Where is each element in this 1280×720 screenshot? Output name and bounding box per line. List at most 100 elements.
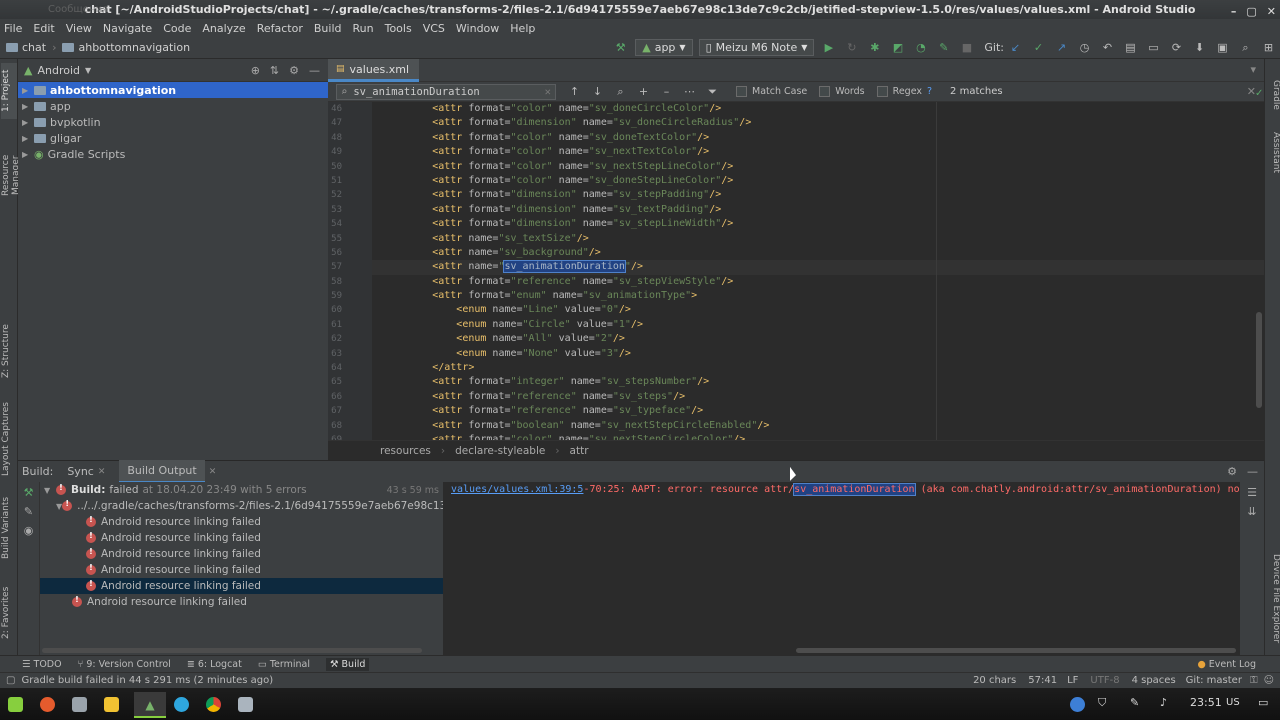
- add-selection-icon[interactable]: +: [637, 85, 650, 98]
- code-line[interactable]: <attr format="color" name="sv_doneTextCo…: [372, 131, 1264, 145]
- find-all-icon[interactable]: ⌕: [614, 85, 627, 98]
- code-line[interactable]: <attr format="dimension" name="sv_doneCi…: [372, 116, 1264, 130]
- files-icon[interactable]: [72, 697, 87, 712]
- menu-file[interactable]: File: [4, 22, 22, 35]
- tab-build[interactable]: ⚒ Build: [326, 657, 370, 671]
- expand-arrow-icon[interactable]: ▶: [22, 118, 34, 127]
- nav-project[interactable]: chat: [6, 41, 46, 54]
- tree-item-gligar[interactable]: ▶ gligar: [18, 130, 328, 146]
- run-config-select[interactable]: ▲ app ▼: [635, 39, 693, 56]
- collapse-all-icon[interactable]: ⇅: [270, 64, 279, 77]
- eye-icon[interactable]: ◉: [18, 524, 39, 537]
- hammer-icon[interactable]: ⚒: [614, 41, 627, 54]
- app-icon[interactable]: [238, 697, 253, 712]
- code-line[interactable]: <attr format="color" name="sv_nextTextCo…: [372, 145, 1264, 159]
- avd-manager-icon[interactable]: ▭: [1147, 41, 1160, 54]
- hammer-icon[interactable]: ⚒: [18, 486, 39, 499]
- code-line[interactable]: <attr format="reference" name="sv_stepVi…: [372, 275, 1264, 289]
- close-tab-icon[interactable]: ✕: [209, 467, 217, 477]
- filter-icon[interactable]: ⏷: [706, 85, 719, 98]
- minimize-icon[interactable]: –: [1231, 2, 1237, 19]
- sdk-manager-icon[interactable]: ⬇: [1193, 41, 1206, 54]
- build-path-row[interactable]: ▼ ../../.gradle/caches/transforms-2/file…: [40, 498, 443, 514]
- error-location-link[interactable]: values/values.xml:39:5: [451, 484, 583, 495]
- gear-icon[interactable]: ⚙: [289, 64, 299, 77]
- remove-selection-icon[interactable]: –: [660, 85, 673, 98]
- code-line[interactable]: <attr format="dimension" name="sv_textPa…: [372, 203, 1264, 217]
- code-line[interactable]: <enum name="All" value="2"/>: [372, 332, 1264, 346]
- hint-icon[interactable]: ✎: [1130, 696, 1139, 709]
- git-push-icon[interactable]: ↗: [1055, 41, 1068, 54]
- code-line[interactable]: <attr format="dimension" name="sv_stepLi…: [372, 217, 1264, 231]
- network-icon[interactable]: [1070, 697, 1085, 712]
- clear-icon[interactable]: ✕: [545, 86, 551, 98]
- status-message[interactable]: Gradle build failed in 44 s 291 ms (2 mi…: [21, 675, 273, 686]
- tree-item-gradle-scripts[interactable]: ▶ ◉ Gradle Scripts: [18, 146, 328, 162]
- menu-analyze[interactable]: Analyze: [202, 22, 245, 35]
- show-desktop-icon[interactable]: ▭: [1258, 696, 1268, 709]
- code-line[interactable]: <attr format="reference" name="sv_typefa…: [372, 404, 1264, 418]
- build-error-row[interactable]: Android resource linking failed: [40, 530, 443, 546]
- chevron-down-icon[interactable]: ▼: [85, 66, 91, 75]
- tab-structure[interactable]: Z: Structure: [1, 323, 17, 379]
- indent-setting[interactable]: 4 spaces: [1132, 675, 1176, 686]
- next-match-icon[interactable]: ↓: [591, 85, 604, 98]
- menu-edit[interactable]: Edit: [33, 22, 54, 35]
- tab-gradle[interactable]: Gradle: [1265, 75, 1280, 115]
- attach-debugger-icon[interactable]: ✎: [937, 41, 950, 54]
- hide-icon[interactable]: —: [309, 64, 320, 77]
- soft-wrap-icon[interactable]: ☰: [1240, 486, 1264, 499]
- tab-todo[interactable]: ☰ TODO: [22, 659, 62, 670]
- mint-menu-icon[interactable]: [8, 697, 23, 712]
- tab-build-output[interactable]: Build Output: [119, 459, 205, 484]
- build-summary-row[interactable]: ▼ Build: failed at 18.04.20 23:49 with 5…: [40, 482, 443, 498]
- git-update-icon[interactable]: ↙: [1009, 41, 1022, 54]
- menu-view[interactable]: View: [66, 22, 92, 35]
- tree-item-bvpkotlin[interactable]: ▶ bvpkotlin: [18, 114, 328, 130]
- tab-version-control[interactable]: ⑂ 9: Version Control: [78, 659, 171, 670]
- menu-window[interactable]: Window: [456, 22, 499, 35]
- git-commit-icon[interactable]: ✓: [1032, 41, 1045, 54]
- stop-icon[interactable]: ■: [960, 41, 973, 54]
- menu-code[interactable]: Code: [163, 22, 191, 35]
- menu-refactor[interactable]: Refactor: [257, 22, 303, 35]
- tab-logcat[interactable]: ≣ 6: Logcat: [187, 659, 242, 670]
- gear-icon[interactable]: ⚙: [1227, 465, 1237, 478]
- tab-build-variants[interactable]: Build Variants: [1, 495, 17, 561]
- shield-icon[interactable]: ⛉: [1098, 696, 1106, 710]
- code-line[interactable]: <attr format="color" name="sv_doneStepLi…: [372, 174, 1264, 188]
- android-studio-taskbar-button[interactable]: ▲: [134, 692, 166, 718]
- code-line[interactable]: <attr name="sv_textSize"/>: [372, 232, 1264, 246]
- line-separator[interactable]: LF: [1067, 675, 1078, 686]
- code-line[interactable]: <attr format="color" name="sv_nextStepCi…: [372, 433, 1264, 440]
- menu-tools[interactable]: Tools: [385, 22, 412, 35]
- regex-checkbox[interactable]: Regex?: [876, 86, 932, 97]
- scroll-to-end-icon[interactable]: ⇊: [1240, 505, 1264, 518]
- close-tab-icon[interactable]: ✕: [98, 467, 106, 477]
- git-branch[interactable]: Git: master: [1186, 675, 1242, 686]
- menu-vcs[interactable]: VCS: [423, 22, 445, 35]
- close-icon[interactable]: ✕: [1267, 2, 1276, 19]
- menu-build[interactable]: Build: [314, 22, 342, 35]
- code-line[interactable]: <attr name="sv_background"/>: [372, 246, 1264, 260]
- tab-resource-manager[interactable]: Resource Manager: [1, 135, 21, 215]
- code-line[interactable]: <attr format="enum" name="sv_animationTy…: [372, 289, 1264, 303]
- code-line[interactable]: <enum name="None" value="3"/>: [372, 347, 1264, 361]
- breadcrumb-declare-styleable[interactable]: declare-styleable: [455, 445, 545, 457]
- history-icon[interactable]: ◷: [1078, 41, 1091, 54]
- lock-icon[interactable]: ⚿: [1250, 675, 1258, 686]
- rerun-icon[interactable]: ↻: [845, 41, 858, 54]
- tab-terminal[interactable]: ▭ Terminal: [258, 659, 310, 670]
- caret-position[interactable]: 57:41: [1028, 675, 1057, 686]
- project-structure-icon[interactable]: ▤: [1124, 41, 1137, 54]
- tab-assistant[interactable]: Assistant: [1265, 125, 1280, 181]
- expand-arrow-icon[interactable]: ▶: [22, 102, 34, 111]
- tab-device-file-explorer[interactable]: Device File Explorer: [1265, 551, 1280, 647]
- match-case-checkbox[interactable]: Match Case: [736, 86, 807, 97]
- build-error-row[interactable]: Android resource linking failed: [40, 562, 443, 578]
- firefox-icon[interactable]: [40, 697, 55, 712]
- expand-arrow-icon[interactable]: ▶: [22, 150, 34, 159]
- horizontal-scrollbar[interactable]: [42, 648, 422, 653]
- build-error-row[interactable]: Android resource linking failed: [40, 546, 443, 562]
- inspect-icon[interactable]: ⊞: [1262, 41, 1275, 54]
